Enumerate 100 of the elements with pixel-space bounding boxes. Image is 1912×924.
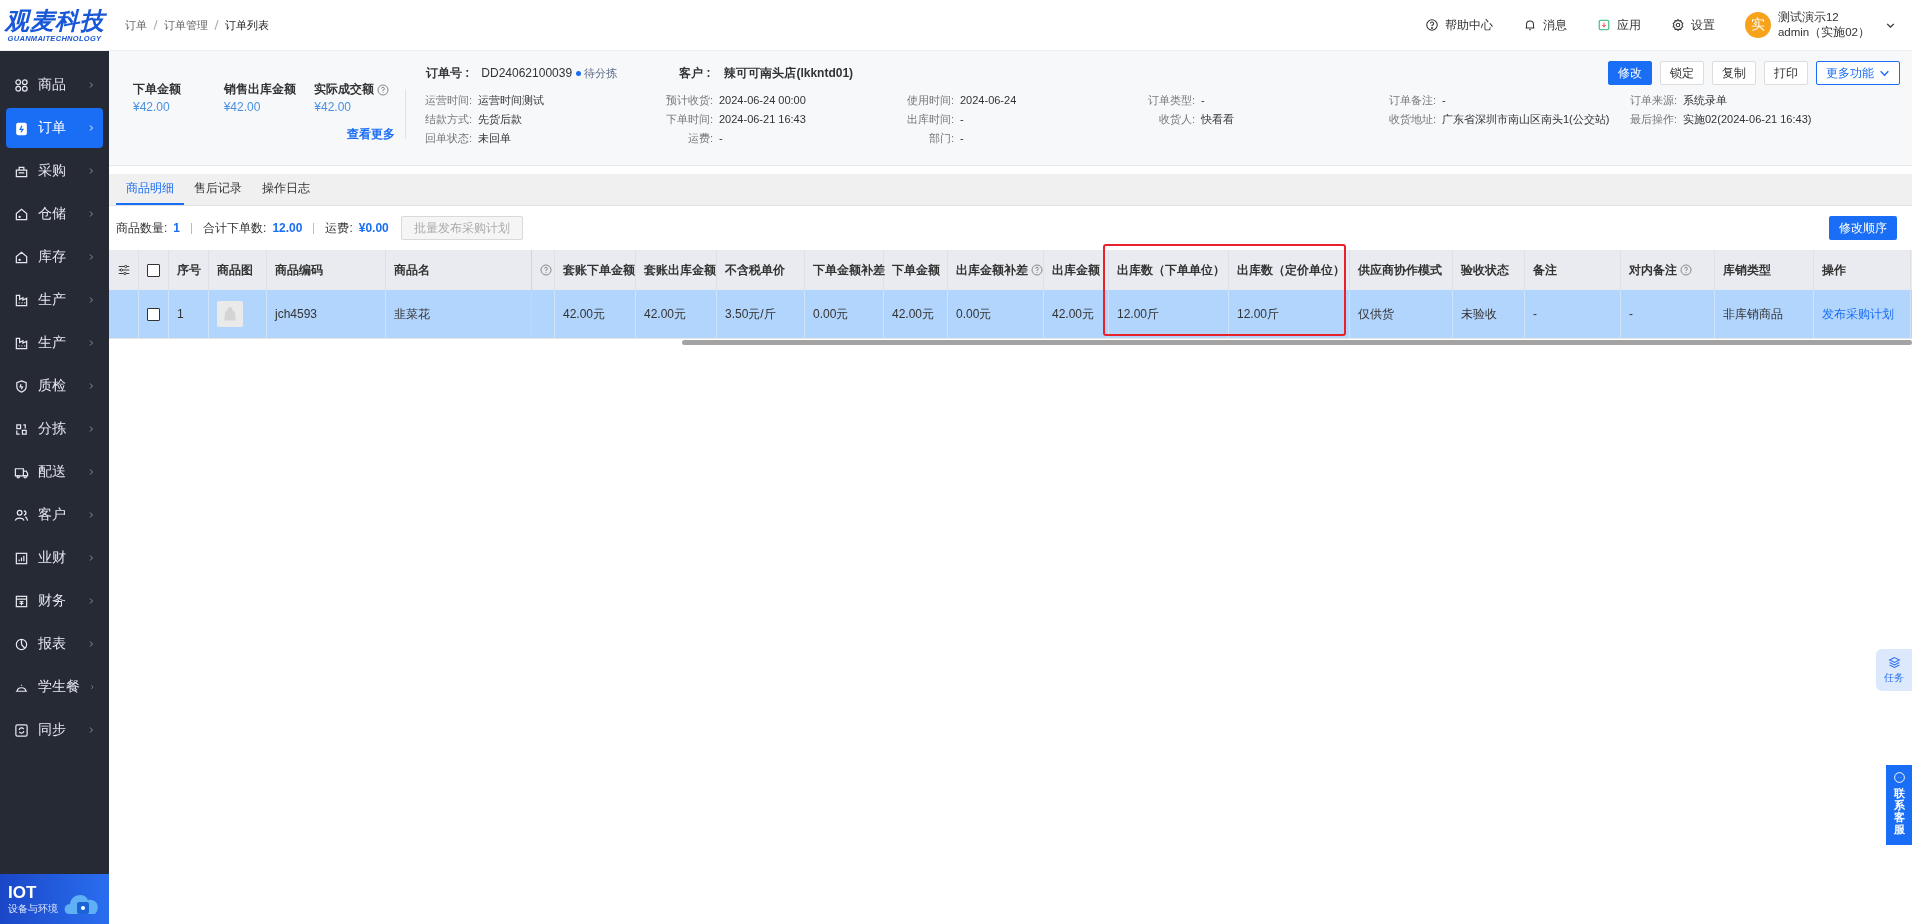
- select-all-checkbox[interactable]: [147, 263, 160, 277]
- tab[interactable]: 商品明细: [116, 174, 184, 205]
- sidebar-item[interactable]: 分拣: [6, 409, 103, 449]
- tab[interactable]: 售后记录: [184, 174, 252, 205]
- stat-value: 1: [173, 221, 181, 235]
- customer-service-button[interactable]: 联系客服: [1886, 765, 1912, 845]
- sidebar-item[interactable]: 仓储: [6, 194, 103, 234]
- sidebar-item[interactable]: 配送: [6, 452, 103, 492]
- order-button[interactable]: 打印: [1764, 61, 1808, 85]
- column-header: 出库数（定价单位）: [1237, 261, 1345, 279]
- column-header: 不含税单价: [725, 261, 785, 279]
- factory-icon: [14, 335, 29, 351]
- customer-label: 客户 :: [679, 64, 711, 82]
- sidebar-item[interactable]: 客户: [6, 495, 103, 535]
- help-icon[interactable]: [540, 264, 552, 276]
- field-value: 2024-06-24: [960, 93, 1017, 108]
- table-cell: 42.00元: [563, 305, 606, 323]
- sidebar-item[interactable]: 生产: [6, 280, 103, 320]
- field-value: 先货后款: [478, 112, 522, 127]
- breadcrumb-link[interactable]: 订单列表: [225, 17, 269, 33]
- sidebar-item[interactable]: 财务: [6, 581, 103, 621]
- scrollbar[interactable]: [682, 340, 1912, 345]
- table-cell: 1: [177, 307, 184, 321]
- help-icon[interactable]: [1680, 264, 1692, 276]
- field-label: 结款方式:: [423, 112, 472, 127]
- field-value: -: [960, 131, 964, 146]
- row-checkbox[interactable]: [147, 307, 160, 321]
- more-dropdown[interactable]: 更多功能: [1816, 61, 1900, 85]
- grid-icon: [14, 77, 29, 93]
- view-more-link[interactable]: 查看更多: [347, 126, 395, 143]
- chevron-right-icon: [87, 382, 95, 390]
- reorder-button[interactable]: 修改顺序: [1829, 216, 1897, 240]
- sidebar-item[interactable]: 学生餐: [6, 667, 103, 707]
- breadcrumb-link[interactable]: 订单: [125, 17, 147, 33]
- order-button[interactable]: 修改: [1608, 61, 1652, 85]
- header-link[interactable]: 设置: [1670, 16, 1715, 34]
- layers-icon: [1887, 655, 1901, 669]
- stat-value: ¥0.00: [358, 221, 389, 235]
- task-button[interactable]: 任务: [1876, 649, 1912, 691]
- column-header: 套账出库金额: [644, 261, 716, 279]
- sidebar-item[interactable]: 商品: [6, 65, 103, 105]
- field-label: 运营时间:: [423, 93, 472, 108]
- breadcrumb-link[interactable]: 订单管理: [164, 17, 208, 33]
- column-header: 商品编码: [275, 261, 323, 279]
- metric-label: 下单金额: [133, 81, 181, 98]
- tab[interactable]: 操作日志: [252, 174, 320, 205]
- image-placeholder-icon: [217, 301, 243, 327]
- field-label: 回单状态:: [423, 131, 472, 146]
- header-link[interactable]: 应用: [1596, 16, 1641, 34]
- field-value: 实施02(2024-06-21 16:43): [1683, 112, 1812, 127]
- banner-subtitle: 设备与环境: [8, 901, 59, 916]
- table-cell: 3.50元/斤: [725, 305, 776, 323]
- iot-banner[interactable]: IOT 设备与环境: [0, 874, 109, 924]
- field-value: 运营时间测试: [478, 93, 544, 108]
- column-header: 备注: [1533, 261, 1557, 279]
- sidebar-item[interactable]: 生产: [6, 323, 103, 363]
- column-settings-icon[interactable]: [117, 263, 131, 277]
- stat-label: 运费:: [325, 219, 353, 237]
- table-cell: 未验收: [1461, 305, 1497, 323]
- customer-name: 辣可可南头店(lkkntd01): [724, 64, 854, 82]
- column-header: 操作: [1822, 261, 1846, 279]
- status-badge: 待分拣: [576, 65, 618, 81]
- field-label: 收货人:: [1157, 112, 1195, 127]
- help-icon[interactable]: [377, 83, 390, 96]
- factory-icon: [14, 292, 29, 308]
- stat-label: 合计下单数:: [203, 219, 267, 237]
- table-cell: 韭菜花: [394, 305, 430, 323]
- sidebar-item[interactable]: 同步: [6, 710, 103, 750]
- field-label: 部门:: [927, 131, 954, 146]
- order-button[interactable]: 复制: [1712, 61, 1756, 85]
- table-cell: 仅供货: [1358, 305, 1394, 323]
- column-header: 下单金额补差: [813, 261, 885, 279]
- column-header: 下单金额: [892, 261, 940, 279]
- column-header: 出库数（下单单位）: [1117, 261, 1225, 279]
- chevron-right-icon: [87, 296, 95, 304]
- header-link[interactable]: 帮助中心: [1424, 16, 1493, 34]
- sidebar-item[interactable]: 订单: [6, 108, 103, 148]
- header-link[interactable]: 消息: [1522, 16, 1567, 34]
- table-cell: -: [1629, 307, 1633, 321]
- table-cell: -: [1533, 307, 1537, 321]
- field-value: -: [960, 112, 964, 127]
- field-value: -: [719, 131, 723, 146]
- help-icon[interactable]: [1031, 264, 1043, 276]
- house-icon: [14, 206, 29, 222]
- table-cell: jch4593: [275, 307, 318, 321]
- banner-title: IOT: [8, 882, 38, 902]
- sidebar-item[interactable]: 质检: [6, 366, 103, 406]
- table-cell: 12.00斤: [1117, 305, 1160, 323]
- sidebar-item[interactable]: 业财: [6, 538, 103, 578]
- field-label: 订单来源:: [1628, 93, 1677, 108]
- order-button[interactable]: 锁定: [1660, 61, 1704, 85]
- sidebar-item[interactable]: 报表: [6, 624, 103, 664]
- chevron-right-icon: [87, 339, 95, 347]
- sidebar-item[interactable]: 库存: [6, 237, 103, 277]
- table-row[interactable]: 1 jch4593 韭菜花 42.00元 42.00元 3.50元/斤 0.00元 42.00元 0.00元 42.00元 12.00斤 12.00斤 仅供货 未验收 - - 非库销商品 发布采购计划: [109, 290, 1912, 339]
- field-value: -: [1201, 93, 1205, 108]
- column-header: 供应商协作模式: [1358, 261, 1442, 279]
- column-header: 出库金额: [1052, 261, 1100, 279]
- sidebar-item[interactable]: 采购: [6, 151, 103, 191]
- settings-icon: [1670, 18, 1685, 32]
